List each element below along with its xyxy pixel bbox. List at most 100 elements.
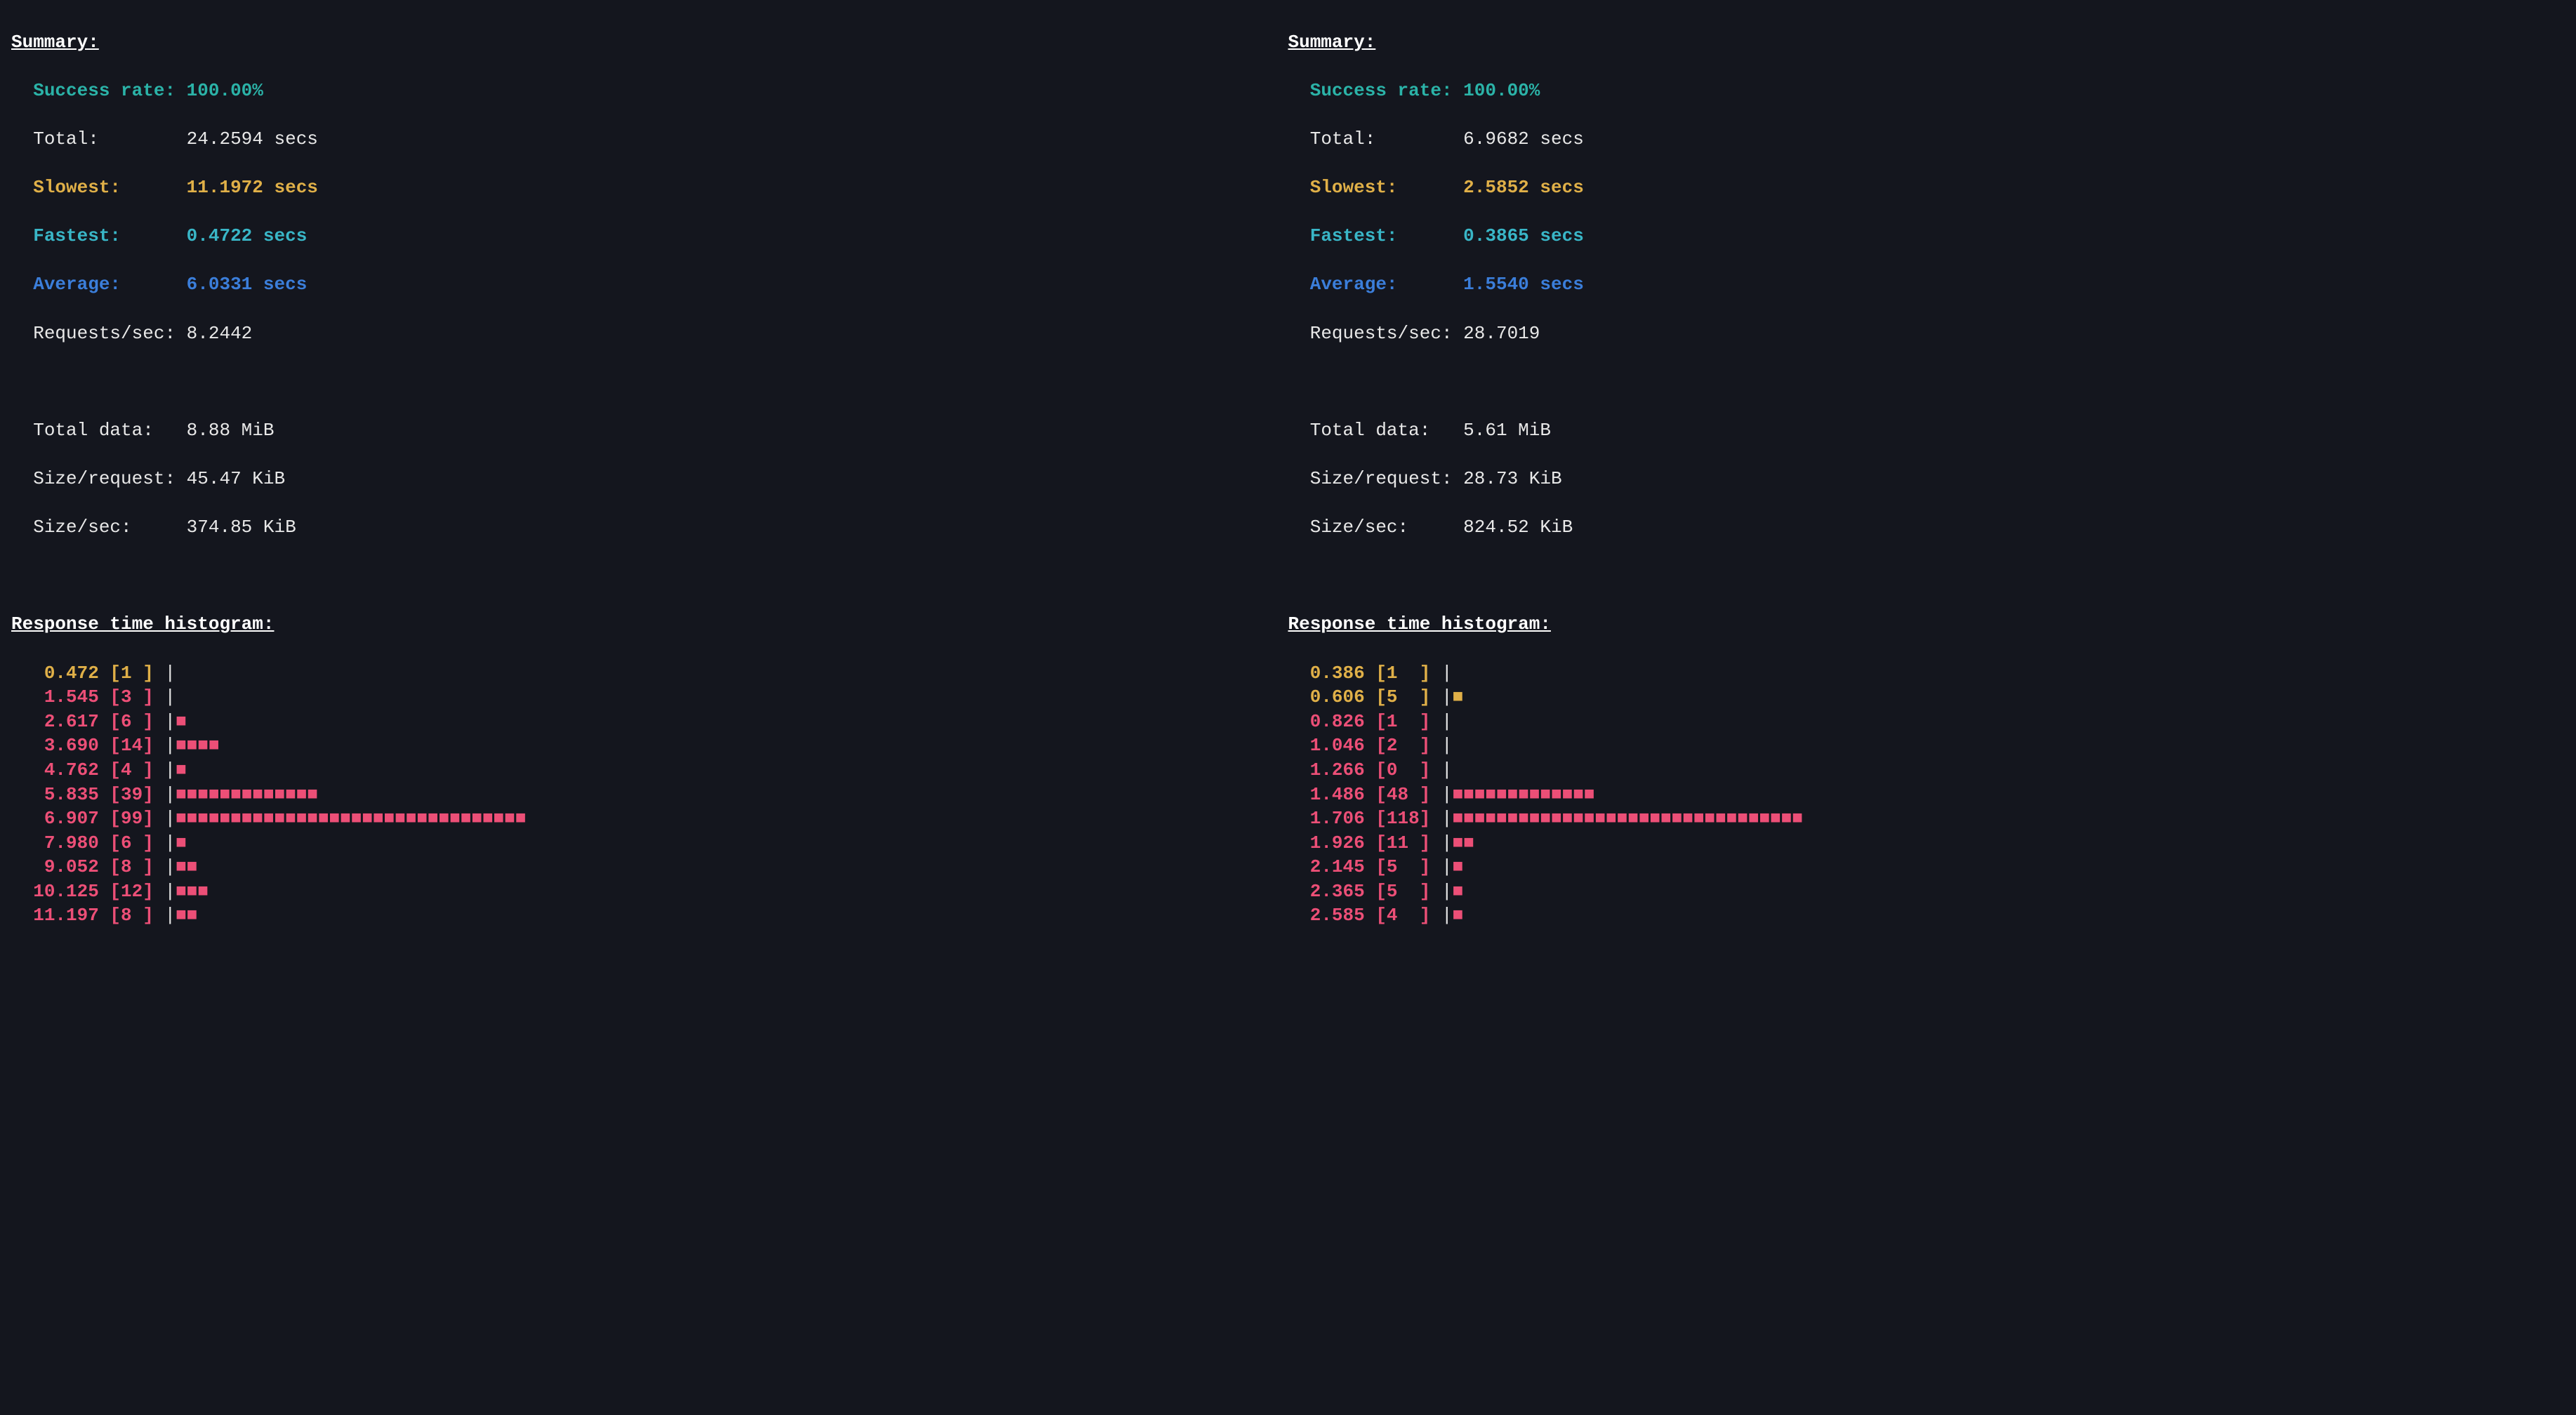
size-sec-value: 374.85 KiB	[187, 517, 296, 538]
histogram-row: 0.606 [5 ] |■	[1288, 685, 2565, 710]
histogram-bucket: 9.052 [8 ]	[33, 856, 154, 877]
total-value: 24.2594 secs	[187, 128, 318, 150]
histogram-left: 0.472 [1 ] | 1.545 [3 ] | 2.617 [6 ] |■ …	[11, 661, 1288, 928]
total-label: Total:	[33, 128, 186, 150]
histogram-row: 1.046 [2 ] |	[1288, 733, 2565, 758]
slowest-value: 2.5852 secs	[1463, 177, 1584, 198]
histogram-header: Response time histogram:	[1288, 613, 1551, 635]
histogram-bucket: 4.762 [4 ]	[33, 759, 154, 780]
histogram-bucket: 6.907 [99]	[33, 808, 154, 829]
histogram-row: 9.052 [8 ] |■■	[11, 855, 1288, 879]
histogram-bar: ■■■■■■■■■■■■■■■■■■■■■■■■■■■■■■■■	[1453, 808, 1803, 829]
average-value: 6.0331 secs	[187, 274, 308, 295]
histogram-row: 2.365 [5 ] |■	[1288, 879, 2565, 904]
histogram-bar: ■	[176, 759, 187, 780]
histogram-separator: |	[1441, 663, 1453, 684]
total-data-label: Total data:	[33, 420, 186, 441]
histogram-row: 1.486 [48 ] |■■■■■■■■■■■■■	[1288, 783, 2565, 807]
size-req-value: 45.47 KiB	[187, 468, 285, 489]
histogram-bar: ■■	[176, 856, 197, 877]
slowest-value: 11.1972 secs	[187, 177, 318, 198]
histogram-bucket: 0.606 [5 ]	[1310, 686, 1431, 708]
histogram-row: 3.690 [14] |■■■■	[11, 733, 1288, 758]
histogram-bucket: 11.197 [8 ]	[33, 905, 154, 926]
size-sec-value: 824.52 KiB	[1463, 517, 1573, 538]
histogram-bucket: 1.046 [2 ]	[1310, 735, 1431, 756]
total-value: 6.9682 secs	[1463, 128, 1584, 150]
total-label: Total:	[1310, 128, 1463, 150]
total-data-value: 8.88 MiB	[187, 420, 275, 441]
histogram-separator: |	[164, 832, 176, 853]
histogram-row: 2.617 [6 ] |■	[11, 710, 1288, 734]
histogram-row: 1.545 [3 ] |	[11, 685, 1288, 710]
histogram-separator: |	[164, 663, 176, 684]
histogram-separator: |	[164, 808, 176, 829]
histogram-bucket: 10.125 [12]	[33, 881, 154, 902]
average-label: Average:	[33, 274, 186, 295]
histogram-bucket: 2.585 [4 ]	[1310, 905, 1431, 926]
histogram-separator: |	[164, 735, 176, 756]
histogram-row: 10.125 [12] |■■■	[11, 879, 1288, 904]
histogram-bucket: 1.706 [118]	[1310, 808, 1431, 829]
histogram-bar: ■	[1453, 905, 1464, 926]
rps-label: Requests/sec:	[1310, 323, 1463, 344]
histogram-bar: ■	[176, 832, 187, 853]
histogram-bucket: 2.145 [5 ]	[1310, 856, 1431, 877]
fastest-value: 0.4722 secs	[187, 225, 308, 246]
histogram-bar: ■■■■■■■■■■■■■	[1453, 784, 1595, 805]
rps-value: 8.2442	[187, 323, 253, 344]
fastest-label: Fastest:	[33, 225, 186, 246]
histogram-bar: ■	[1453, 881, 1464, 902]
histogram-row: 0.826 [1 ] |	[1288, 710, 2565, 734]
histogram-bar: ■■	[1453, 832, 1474, 853]
histogram-bucket: 5.835 [39]	[33, 784, 154, 805]
histogram-row: 11.197 [8 ] |■■	[11, 903, 1288, 928]
histogram-row: 5.835 [39] |■■■■■■■■■■■■■	[11, 783, 1288, 807]
histogram-bar: ■■■■■■■■■■■■■	[176, 784, 318, 805]
histogram-row: 0.386 [1 ] |	[1288, 661, 2565, 686]
rps-value: 28.7019	[1463, 323, 1540, 344]
terminal-output: Summary: Success rate: 100.00% Total: 24…	[11, 6, 2565, 976]
histogram-separator: |	[164, 686, 176, 708]
histogram-bucket: 3.690 [14]	[33, 735, 154, 756]
total-data-label: Total data:	[1310, 420, 1463, 441]
histogram-bar: ■■	[176, 905, 197, 926]
histogram-row: 0.472 [1 ] |	[11, 661, 1288, 686]
histogram-separator: |	[1441, 856, 1453, 877]
fastest-value: 0.3865 secs	[1463, 225, 1584, 246]
histogram-bar: ■	[1453, 686, 1464, 708]
success-rate-label: Success rate:	[1310, 80, 1463, 101]
histogram-separator: |	[1441, 735, 1453, 756]
size-sec-label: Size/sec:	[1310, 517, 1463, 538]
histogram-right: 0.386 [1 ] | 0.606 [5 ] |■ 0.826 [1 ] | …	[1288, 661, 2565, 928]
histogram-separator: |	[1441, 832, 1453, 853]
histogram-row: 2.145 [5 ] |■	[1288, 855, 2565, 879]
histogram-bucket: 2.365 [5 ]	[1310, 881, 1431, 902]
summary-header: Summary:	[11, 32, 99, 53]
histogram-separator: |	[164, 759, 176, 780]
size-sec-label: Size/sec:	[33, 517, 186, 538]
success-rate-value: 100.00%	[1463, 80, 1540, 101]
size-req-value: 28.73 KiB	[1463, 468, 1561, 489]
average-value: 1.5540 secs	[1463, 274, 1584, 295]
histogram-bucket: 1.545 [3 ]	[33, 686, 154, 708]
summary-header: Summary:	[1288, 32, 1376, 53]
histogram-row: 4.762 [4 ] |■	[11, 758, 1288, 783]
histogram-separator: |	[164, 711, 176, 732]
histogram-row: 1.266 [0 ] |	[1288, 758, 2565, 783]
histogram-bucket: 1.926 [11 ]	[1310, 832, 1431, 853]
histogram-separator: |	[1441, 759, 1453, 780]
histogram-bucket: 2.617 [6 ]	[33, 711, 154, 732]
histogram-bucket: 0.386 [1 ]	[1310, 663, 1431, 684]
histogram-bucket: 1.266 [0 ]	[1310, 759, 1431, 780]
histogram-separator: |	[164, 784, 176, 805]
histogram-separator: |	[1441, 881, 1453, 902]
histogram-row: 6.907 [99] |■■■■■■■■■■■■■■■■■■■■■■■■■■■■…	[11, 806, 1288, 831]
histogram-row: 2.585 [4 ] |■	[1288, 903, 2565, 928]
histogram-bar: ■■■	[176, 881, 209, 902]
benchmark-right: Summary: Success rate: 100.00% Total: 6.…	[1288, 6, 2565, 976]
size-req-label: Size/request:	[1310, 468, 1463, 489]
histogram-separator: |	[1441, 808, 1453, 829]
size-req-label: Size/request:	[33, 468, 186, 489]
histogram-separator: |	[1441, 905, 1453, 926]
